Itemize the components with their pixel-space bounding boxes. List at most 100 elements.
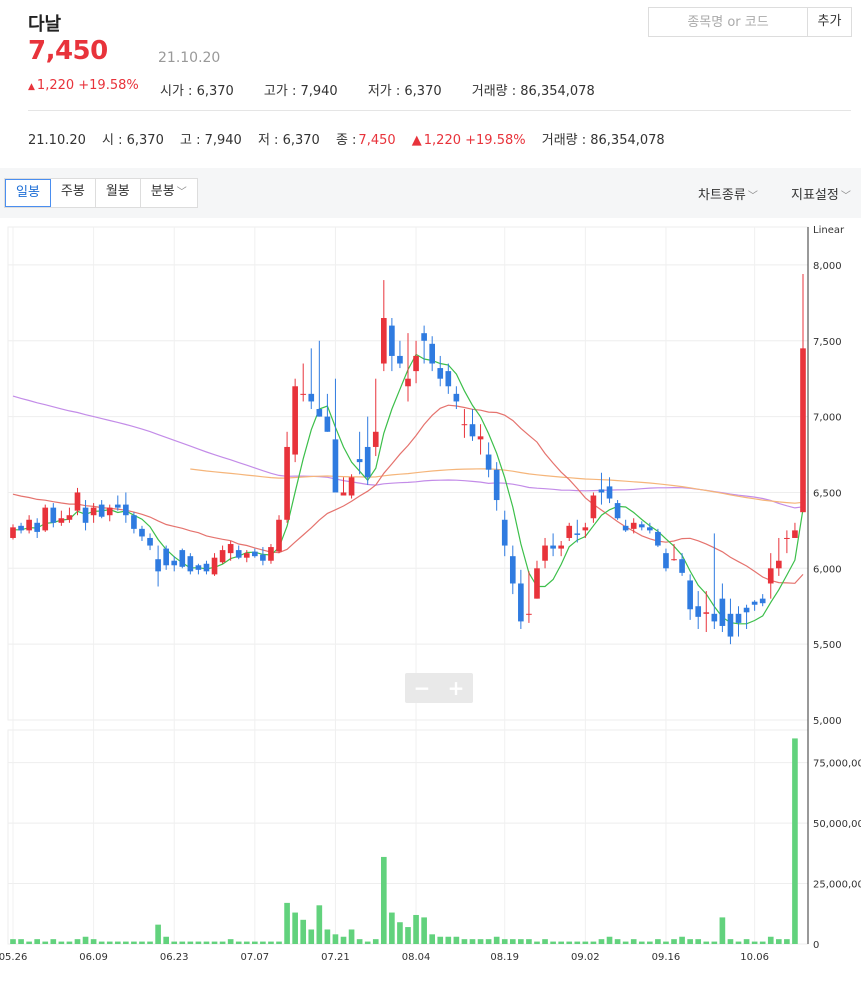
- volume-bar: [598, 939, 605, 944]
- candle-body: [775, 560, 782, 569]
- candle-body: [195, 565, 202, 570]
- volume-bar: [775, 939, 782, 944]
- candle-body: [123, 504, 129, 516]
- volume-bar: [405, 927, 411, 944]
- candle-body: [630, 522, 637, 529]
- candle-body: [90, 507, 97, 516]
- candle-body: [518, 583, 524, 622]
- volume-bar: [663, 941, 669, 944]
- volume-bar: [389, 912, 395, 944]
- info-volume: 거래량 : 86,354,078: [541, 133, 665, 148]
- volume-bar: [114, 941, 121, 944]
- candle-body: [147, 537, 153, 546]
- volume-bar: [767, 936, 774, 944]
- volume-bar: [792, 738, 798, 944]
- open-price: 시가 : 6,370: [160, 84, 234, 99]
- volume-bar: [751, 941, 758, 944]
- candle-body: [252, 551, 258, 557]
- info-change-value: 1,220 +19.58%: [423, 133, 526, 148]
- y-tick-label: 6,500: [813, 488, 842, 499]
- tab-monthly[interactable]: 월봉: [96, 179, 141, 207]
- search-input[interactable]: [649, 8, 807, 36]
- volume-tick-label: 25,000,000: [813, 880, 861, 891]
- tab-minute[interactable]: 분봉 ﹀: [141, 179, 197, 207]
- volume-bar: [477, 939, 484, 944]
- volume-bar: [679, 936, 685, 944]
- volume-bar: [219, 941, 226, 944]
- candle-body: [671, 559, 677, 561]
- volume-bar: [493, 936, 500, 944]
- volume-bar: [638, 941, 645, 944]
- volume-bar: [155, 924, 161, 944]
- volume-bar: [340, 936, 347, 944]
- candle-body: [380, 318, 387, 364]
- volume-bar: [622, 941, 629, 944]
- zoom-out-button[interactable]: −: [405, 673, 439, 703]
- volume-bar: [759, 941, 766, 944]
- candle-body: [550, 545, 556, 549]
- volume-bar: [123, 941, 129, 944]
- tab-daily[interactable]: 일봉: [5, 179, 51, 207]
- candle-body: [42, 507, 49, 531]
- chart-area[interactable]: 8,000 7,500 7,000 6,500 6,000 5,500 5,000 Linea…: [0, 222, 861, 977]
- add-button[interactable]: 추가: [807, 7, 852, 37]
- volume-bar: [735, 941, 742, 944]
- period-tabs: 일봉 주봉 월봉 분봉 ﹀: [4, 178, 198, 208]
- candle-body: [727, 613, 734, 637]
- stock-chart[interactable]: 8,000 7,500 7,000 6,500 6,000 5,500 5,000 Linea…: [0, 222, 861, 977]
- volume-bar: [243, 941, 250, 944]
- volume-bar: [566, 941, 573, 944]
- chart-type-label: 차트종류: [698, 188, 746, 203]
- volume-bar: [550, 941, 556, 944]
- tab-weekly[interactable]: 주봉: [51, 179, 96, 207]
- volume-bar: [203, 941, 210, 944]
- trade-volume: 거래량 : 86,354,078: [471, 84, 595, 99]
- volume-bar: [308, 929, 315, 944]
- indicator-dropdown[interactable]: 지표설정 ﹀: [791, 184, 851, 203]
- candle-body: [324, 416, 331, 432]
- zoom-controls: − +: [405, 673, 473, 703]
- chevron-down-icon: ﹀: [747, 191, 758, 202]
- candle-body: [131, 515, 137, 529]
- candle-body: [655, 531, 661, 546]
- volume-bar: [719, 917, 726, 944]
- chevron-down-icon: ﹀: [840, 191, 851, 202]
- candle-body: [397, 355, 403, 364]
- candle-body: [82, 507, 89, 523]
- candle-body: [453, 393, 460, 402]
- volume-bar: [574, 941, 581, 944]
- ohlc-summary: 시가 : 6,370 고가 : 7,940 저가 : 6,370 거래량 : 8…: [160, 80, 621, 99]
- candle-body: [606, 486, 613, 499]
- candle-body: [784, 537, 790, 539]
- info-low: 저 : 6,370: [257, 133, 320, 148]
- price-date: 21.10.20: [158, 50, 221, 66]
- volume-tick-label: 75,000,000: [813, 759, 861, 770]
- volume-bar: [469, 939, 476, 944]
- volume-bar: [437, 936, 444, 944]
- candle-body: [429, 343, 436, 364]
- volume-bar: [163, 936, 169, 944]
- volume-bar: [348, 929, 355, 944]
- volume-bar: [18, 939, 24, 944]
- volume-panel: [7, 729, 809, 945]
- candle-body: [509, 556, 516, 584]
- volume-bar: [518, 939, 524, 944]
- zoom-in-button[interactable]: +: [439, 673, 473, 703]
- y-tick-label: 6,000: [813, 564, 842, 575]
- volume-bar: [356, 939, 363, 944]
- candle-body: [106, 507, 113, 516]
- candle-body: [340, 492, 347, 496]
- candle-body: [493, 469, 500, 501]
- y-tick-label: 7,000: [813, 413, 842, 424]
- chart-type-dropdown[interactable]: 차트종류 ﹀: [698, 184, 758, 203]
- candle-body: [695, 606, 702, 617]
- y-tick-label: 7,500: [813, 337, 842, 348]
- x-tick-label: 07.07: [241, 952, 270, 963]
- candle-body: [163, 548, 169, 566]
- volume-bar: [364, 941, 371, 944]
- candle-body: [647, 527, 653, 531]
- info-high: 고 : 7,940: [180, 133, 242, 148]
- volume-bar: [558, 941, 564, 944]
- candle-body: [735, 613, 742, 623]
- candle-body: [268, 547, 274, 561]
